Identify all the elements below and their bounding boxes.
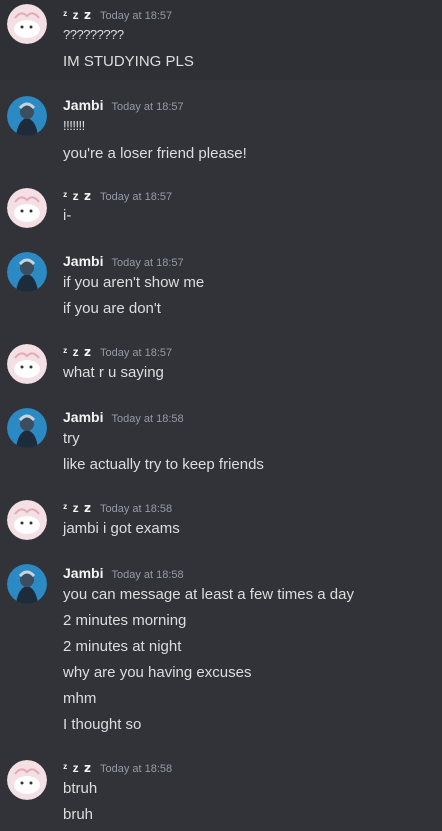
message-timestamp: Today at 18:58 (100, 763, 173, 775)
message-timestamp: Today at 18:57 (100, 191, 173, 203)
avatar[interactable] (7, 96, 47, 136)
avatar[interactable] (7, 500, 47, 540)
message-timestamp: Today at 18:57 (100, 10, 173, 22)
author-name[interactable]: Jambi (63, 409, 103, 425)
message-group: Jambi Today at 18:58 you can message at … (0, 562, 442, 738)
avatar[interactable] (7, 564, 47, 604)
message-timestamp: Today at 18:57 (111, 257, 184, 269)
message-text: what r u saying (63, 364, 164, 381)
author-name[interactable]: ᶻ z 𝘇 (63, 501, 92, 515)
author-name[interactable]: ᶻ z 𝘇 (63, 8, 92, 22)
message-text: try (63, 430, 80, 447)
message-text: like actually try to keep friends (63, 456, 264, 473)
message-text: i- (63, 207, 72, 224)
message-text: mhm (63, 690, 97, 707)
message-text: jambi i got exams (63, 520, 180, 537)
message-text: you're a loser friend please! (63, 145, 247, 162)
author-name[interactable]: Jambi (63, 565, 103, 581)
avatar[interactable] (7, 4, 47, 44)
avatar[interactable] (7, 252, 47, 292)
author-name[interactable]: ᶻ z 𝘇 (63, 189, 92, 203)
message-group: Jambi Today at 18:57 if you aren't show … (0, 250, 442, 325)
author-name[interactable]: ᶻ z 𝘇 (63, 345, 92, 359)
message-text: I thought so (63, 716, 142, 733)
author-name[interactable]: Jambi (63, 253, 103, 269)
message-group: ᶻ z 𝘇 Today at 18:58 btruh bruh (0, 758, 442, 831)
avatar[interactable] (7, 760, 47, 800)
message-timestamp: Today at 18:57 (111, 101, 184, 113)
message-text: IM STUDYING PLS (63, 53, 194, 70)
avatar[interactable] (7, 408, 47, 448)
message-text: ????????? (63, 27, 124, 42)
avatar[interactable] (7, 344, 47, 384)
message-group: ᶻ z 𝘇 Today at 18:57 what r u saying (0, 342, 442, 390)
author-name[interactable]: Jambi (63, 97, 103, 113)
message-text: !!!!!!! (63, 118, 85, 133)
message-timestamp: Today at 18:57 (100, 347, 173, 359)
message-group: Jambi Today at 18:57 !!!!!!! you're a lo… (0, 94, 442, 174)
message-text: bruh (63, 806, 94, 823)
message-group: ᶻ z 𝘇 Today at 18:57 ????????? IM STUDYI… (0, 0, 442, 80)
message-text: btruh (63, 780, 98, 797)
avatar[interactable] (7, 188, 47, 228)
message-timestamp: Today at 18:58 (100, 503, 173, 515)
author-name[interactable]: ᶻ z 𝘇 (63, 761, 92, 775)
message-text: if you aren't show me (63, 274, 205, 291)
message-group: ᶻ z 𝘇 Today at 18:57 i- (0, 186, 442, 234)
message-text: if you are don't (63, 300, 161, 317)
message-group: Jambi Today at 18:58 try like actually t… (0, 406, 442, 481)
message-group: ᶻ z 𝘇 Today at 18:58 jambi i got exams (0, 498, 442, 546)
message-timestamp: Today at 18:58 (111, 569, 184, 581)
message-text: you can message at least a few times a d… (63, 586, 354, 603)
message-text: 2 minutes at night (63, 638, 182, 655)
message-text: why are you having excuses (63, 664, 252, 681)
message-timestamp: Today at 18:58 (111, 413, 184, 425)
message-text: 2 minutes morning (63, 612, 187, 629)
